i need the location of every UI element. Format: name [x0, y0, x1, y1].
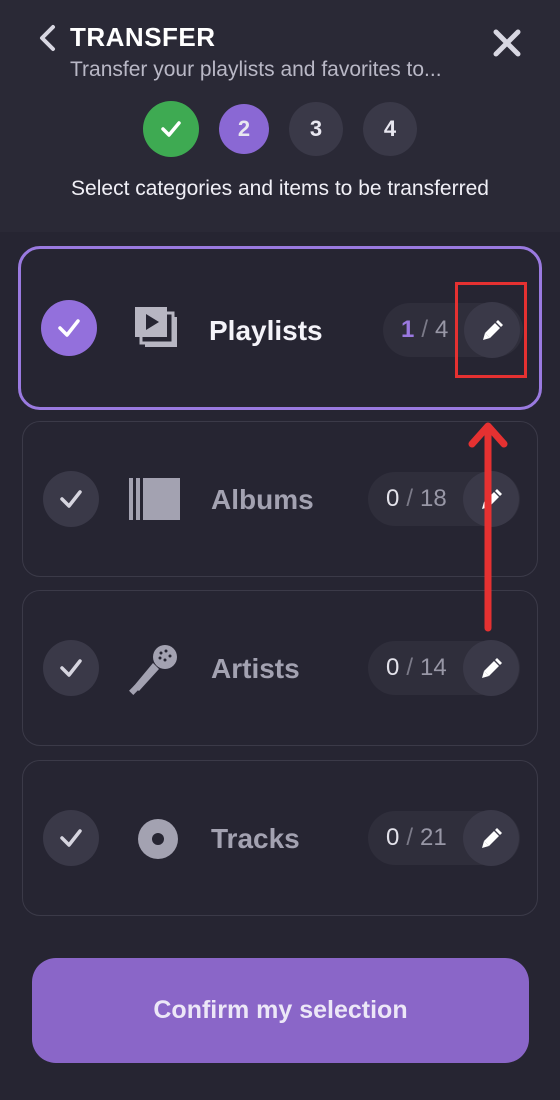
microphone-icon [129, 645, 177, 695]
checkmark-icon [58, 319, 80, 337]
albums-icon [129, 478, 180, 520]
category-checkbox[interactable] [43, 471, 99, 527]
total-count: 4 [435, 316, 449, 343]
disc-icon [138, 819, 178, 859]
close-icon[interactable] [490, 26, 524, 60]
annotation-arrow-icon [468, 422, 508, 632]
edit-button[interactable] [463, 640, 519, 696]
category-label: Artists [211, 653, 300, 684]
page-title: TRANSFER [70, 22, 216, 52]
step-1-done [143, 101, 199, 157]
selected-count: 1 [401, 316, 415, 343]
checkmark-icon [161, 121, 181, 137]
annotation-highlight-box [455, 282, 527, 378]
count-separator: / [421, 316, 429, 343]
confirm-selection-button[interactable]: Confirm my selection [32, 958, 529, 1063]
total-count: 21 [420, 824, 447, 851]
count-separator: / [406, 485, 414, 512]
category-card-tracks[interactable]: Tracks 0 / 21 [22, 760, 538, 916]
total-count: 14 [420, 654, 447, 681]
category-label: Albums [211, 484, 314, 515]
step-4: 4 [363, 102, 417, 156]
checkmark-icon [60, 490, 82, 508]
category-label: Tracks [211, 823, 300, 854]
page-subtitle: Transfer your playlists and favorites to… [70, 58, 442, 81]
step-2-active: 2 [219, 104, 269, 154]
playlists-icon [135, 307, 177, 347]
selected-count: 0 [386, 654, 400, 681]
category-checkbox[interactable] [43, 640, 99, 696]
back-chevron-icon[interactable] [36, 24, 60, 52]
count-separator: / [406, 824, 414, 851]
header: TRANSFER Transfer your playlists and fav… [0, 0, 560, 232]
pencil-icon [482, 828, 502, 848]
selected-count: 0 [386, 824, 400, 851]
category-card-artists[interactable]: Artists 0 / 14 [22, 590, 538, 746]
instruction-text: Select categories and items to be transf… [71, 177, 489, 200]
checkmark-icon [60, 829, 82, 847]
selected-count: 0 [386, 485, 400, 512]
category-checkbox[interactable] [41, 300, 97, 356]
category-card-albums[interactable]: Albums 0 / 18 [22, 421, 538, 577]
category-checkbox[interactable] [43, 810, 99, 866]
category-label: Playlists [209, 315, 323, 346]
count-separator: / [406, 654, 414, 681]
step-indicator: 2 3 4 [143, 101, 417, 157]
step-3: 3 [289, 102, 343, 156]
total-count: 18 [420, 485, 447, 512]
edit-button[interactable] [463, 810, 519, 866]
transfer-screen: TRANSFER Transfer your playlists and fav… [0, 0, 560, 1100]
pencil-icon [482, 658, 502, 678]
checkmark-icon [60, 659, 82, 677]
